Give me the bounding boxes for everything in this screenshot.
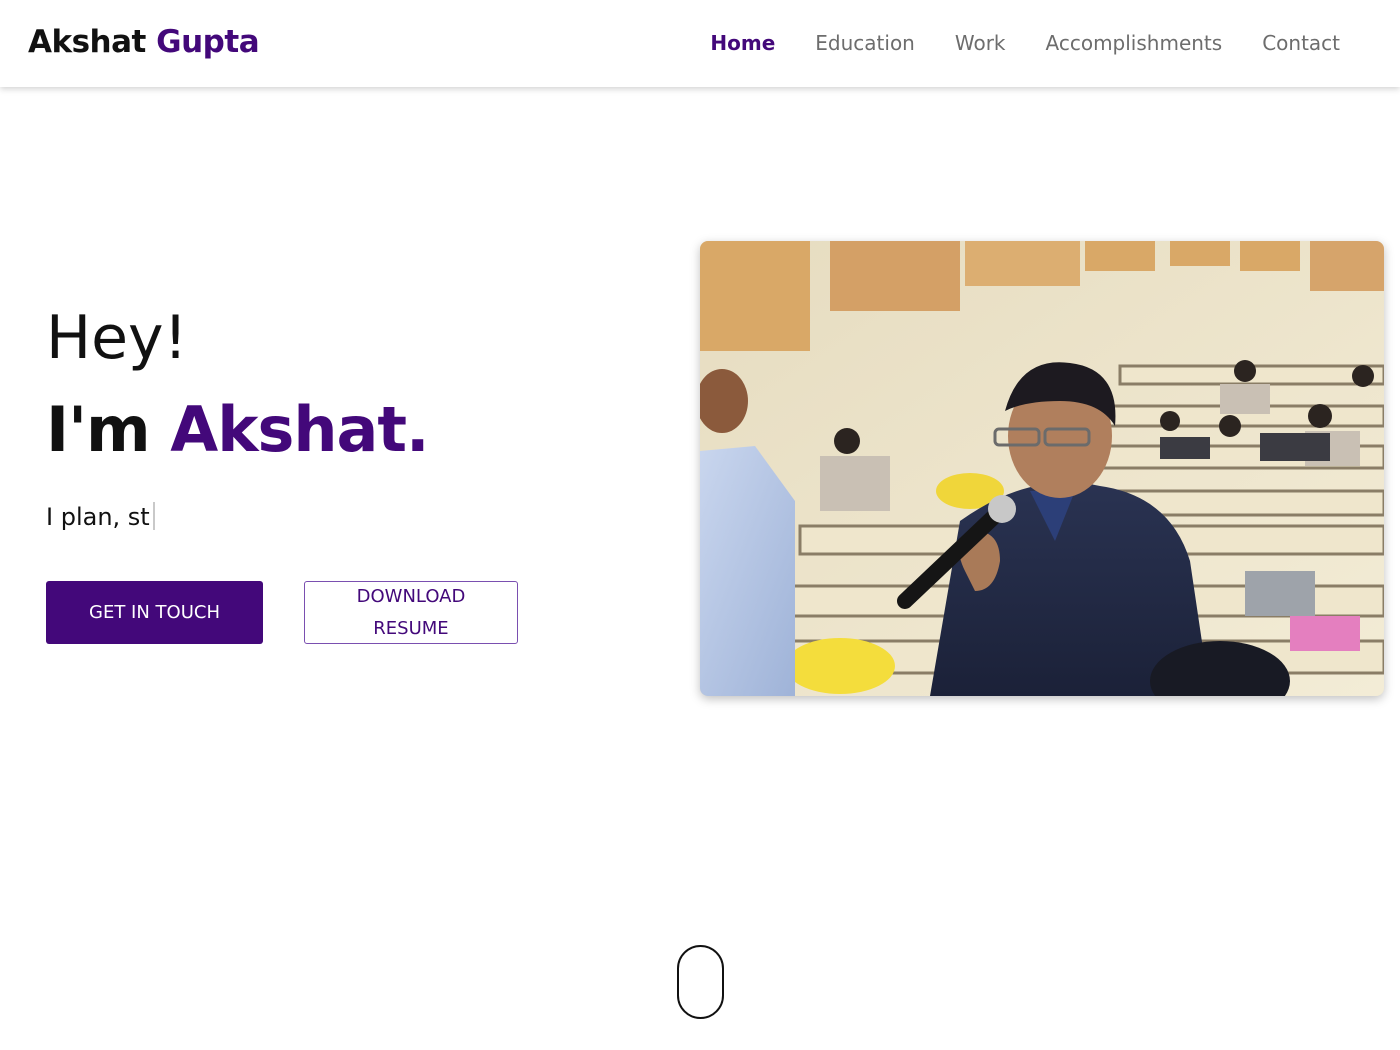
typed-text: I plan, st	[46, 503, 150, 531]
intro-prefix: I'm	[46, 393, 171, 466]
nav-education[interactable]: Education	[815, 28, 915, 58]
hero-intro: I'm Akshat.	[46, 392, 430, 468]
typing-caret	[152, 502, 155, 530]
nav-contact[interactable]: Contact	[1262, 28, 1340, 58]
get-in-touch-button[interactable]: GET IN TOUCH	[46, 581, 263, 644]
intro-name: Akshat.	[170, 393, 429, 466]
hero-greeting: Hey!	[46, 303, 188, 373]
nav-accomplishments[interactable]: Accomplishments	[1046, 28, 1223, 58]
mouse-scroll-icon[interactable]	[677, 945, 724, 1019]
typed-tagline: I plan, st	[46, 500, 155, 534]
brand-first-name: Akshat	[28, 24, 146, 60]
nav-home[interactable]: Home	[710, 28, 775, 58]
download-resume-button[interactable]: DOWNLOAD RESUME	[304, 581, 518, 644]
hero-photo	[700, 241, 1384, 696]
main-nav: Home Education Work Accomplishments Cont…	[710, 28, 1340, 58]
brand-last-name: Gupta	[156, 24, 260, 60]
brand-logo[interactable]: Akshat Gupta	[28, 22, 260, 62]
nav-work[interactable]: Work	[955, 28, 1006, 58]
navbar: Akshat Gupta Home Education Work Accompl…	[0, 0, 1400, 87]
